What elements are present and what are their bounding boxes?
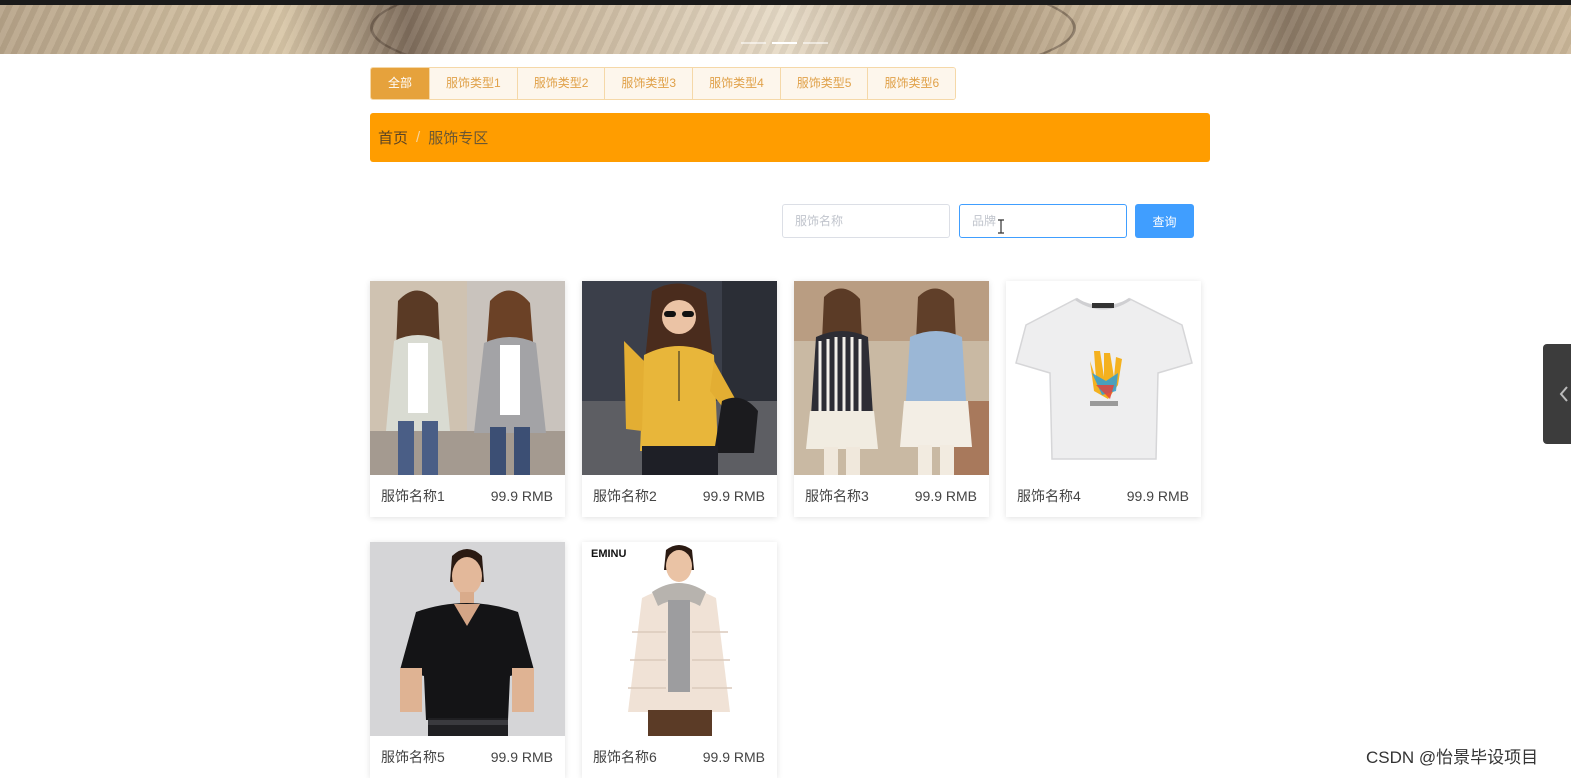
product-meta: 服饰名称4 99.9 RMB bbox=[1006, 475, 1201, 517]
product-image-white-tshirt bbox=[1006, 281, 1201, 475]
product-meta: 服饰名称2 99.9 RMB bbox=[582, 475, 777, 517]
tab-type-4[interactable]: 服饰类型4 bbox=[693, 68, 781, 99]
product-price: 99.9 RMB bbox=[1126, 488, 1189, 504]
product-name: 服饰名称5 bbox=[381, 749, 445, 765]
carousel-dot-1[interactable] bbox=[741, 42, 766, 44]
breadcrumb-home-link[interactable]: 首页 bbox=[378, 127, 408, 148]
product-meta: 服饰名称1 99.9 RMB bbox=[370, 475, 565, 517]
product-price: 99.9 RMB bbox=[702, 488, 765, 504]
product-meta: 服饰名称3 99.9 RMB bbox=[794, 475, 989, 517]
product-price: 99.9 RMB bbox=[490, 488, 553, 504]
chevron-left-icon bbox=[1559, 386, 1568, 402]
clothing-name-input[interactable] bbox=[782, 204, 950, 238]
product-image-yellow-sweater bbox=[582, 281, 777, 475]
product-card[interactable]: EMINU 服饰名称6 99.9 RMB bbox=[582, 542, 777, 778]
tab-all[interactable]: 全部 bbox=[371, 68, 431, 99]
product-card[interactable]: 服饰名称5 99.9 RMB bbox=[370, 542, 565, 778]
product-image-lace-tops bbox=[794, 281, 989, 475]
product-card[interactable]: 服饰名称2 99.9 RMB bbox=[582, 281, 777, 517]
product-card[interactable]: 服饰名称4 99.9 RMB bbox=[1006, 281, 1201, 517]
watermark-text: CSDN @怡景毕设项目 bbox=[1366, 748, 1539, 767]
tab-type-6[interactable]: 服饰类型6 bbox=[868, 68, 956, 99]
carousel-indicators bbox=[741, 42, 828, 44]
product-name: 服饰名称2 bbox=[593, 488, 657, 504]
product-image-black-tshirt bbox=[370, 542, 565, 736]
image-brand-text: EMINU bbox=[591, 548, 627, 560]
product-meta: 服饰名称6 99.9 RMB bbox=[582, 736, 777, 778]
product-meta: 服饰名称5 99.9 RMB bbox=[370, 736, 565, 778]
brand-input[interactable] bbox=[959, 204, 1127, 238]
product-name: 服饰名称3 bbox=[805, 488, 869, 504]
tab-type-3[interactable]: 服饰类型3 bbox=[605, 68, 694, 99]
product-card[interactable]: 服饰名称1 99.9 RMB bbox=[370, 281, 565, 517]
product-price: 99.9 RMB bbox=[914, 488, 977, 504]
carousel-dot-2[interactable] bbox=[772, 42, 797, 44]
product-name: 服饰名称6 bbox=[593, 749, 657, 765]
product-price: 99.9 RMB bbox=[490, 749, 553, 765]
search-button[interactable]: 查询 bbox=[1135, 204, 1194, 238]
breadcrumb-separator: / bbox=[416, 129, 421, 146]
tab-type-1[interactable]: 服饰类型1 bbox=[430, 68, 518, 99]
side-panel-toggle[interactable] bbox=[1543, 344, 1571, 444]
tab-type-2[interactable]: 服饰类型2 bbox=[517, 68, 606, 99]
hero-banner-carousel[interactable] bbox=[0, 5, 1571, 54]
tab-type-5[interactable]: 服饰类型5 bbox=[780, 68, 869, 99]
product-price: 99.9 RMB bbox=[702, 749, 765, 765]
product-name: 服饰名称4 bbox=[1017, 488, 1081, 504]
category-tabs: 全部 服饰类型1 服饰类型2 服饰类型3 服饰类型4 服饰类型5 服饰类型6 bbox=[370, 67, 957, 100]
product-card[interactable]: 服饰名称3 99.9 RMB bbox=[794, 281, 989, 517]
product-image-cardigans bbox=[370, 281, 565, 475]
product-image-puffer-jacket: EMINU bbox=[582, 542, 777, 736]
breadcrumb: 首页 / 服饰专区 bbox=[370, 113, 1210, 162]
breadcrumb-current: 服饰专区 bbox=[428, 130, 489, 147]
product-name: 服饰名称1 bbox=[381, 488, 445, 504]
carousel-dot-3[interactable] bbox=[803, 42, 828, 44]
